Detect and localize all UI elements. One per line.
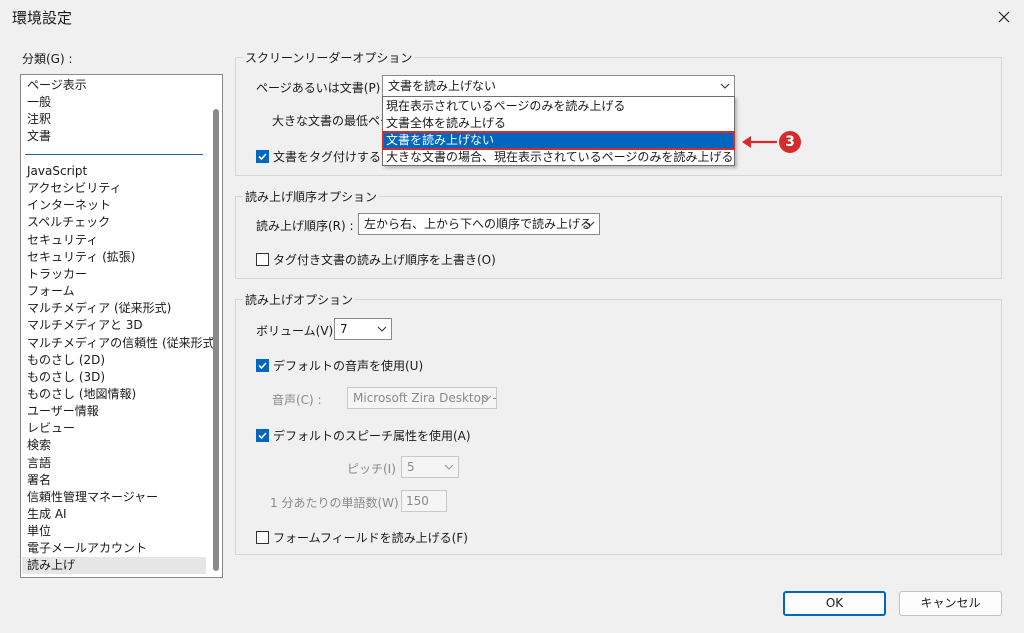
category-list[interactable]: ページ表示 一般 注釈 文書 JavaScript アクセシビリティ インターネット… [20,74,223,578]
reading-order-value: 左から右、上から下への順序で読み上げる [364,217,593,231]
dropdown-option[interactable]: 大きな文書の場合、現在表示されているページのみを読み上げる [383,149,734,166]
category-item[interactable]: セキュリティ [27,232,98,249]
category-item[interactable]: 生成 AI [27,506,67,523]
scrollbar-thumb[interactable] [213,109,219,571]
category-item[interactable]: マルチメディア (従来形式) [27,300,171,317]
chevron-down-icon [482,388,492,408]
category-item[interactable]: セキュリティ (拡張) [27,249,135,266]
category-item[interactable]: マルチメディアと 3D [27,317,143,334]
reading-order-label: 読み上げ順序(R) : [256,219,354,233]
category-item[interactable]: 注釈 [27,111,51,128]
reading-order-select[interactable]: 左から右、上から下への順序で読み上げる [358,213,600,235]
category-scrollbar[interactable] [209,75,222,577]
page-or-document-select[interactable]: 文書を読み上げない [382,75,735,97]
chevron-down-icon [377,319,387,339]
checkbox-checked-icon [256,359,269,372]
default-speech-label: デフォルトのスピーチ属性を使用(A) [273,429,471,443]
words-per-minute-value: 150 [406,494,429,508]
checkbox-checked-icon [256,150,269,163]
category-item[interactable]: フォーム [27,283,75,300]
pitch-value: 5 [407,460,415,474]
words-per-minute-label: 1 分あたりの単語数(W) : [270,496,407,510]
cancel-button[interactable]: キャンセル [899,591,1002,616]
form-fields-checkbox[interactable]: フォームフィールドを読み上げる(F) [256,529,468,546]
category-item[interactable]: インターネット [27,197,111,214]
override-reading-order-label: タグ付き文書の読み上げ順序を上書き(O) [273,253,496,267]
category-item[interactable]: ページ表示 [27,77,87,94]
chevron-down-icon [720,76,730,96]
category-item[interactable]: ものさし (2D) [27,352,105,369]
volume-label: ボリューム(V) : [256,324,342,338]
category-label: 分類(G) : [22,52,73,66]
category-item[interactable]: マルチメディアの信頼性 (従来形式) [27,335,219,352]
checkbox-unchecked-icon [256,531,269,544]
volume-select[interactable]: 7 [334,318,392,340]
category-item[interactable]: ユーザー情報 [27,403,99,420]
category-item[interactable]: スペルチェック [27,214,110,231]
category-item[interactable]: アクセシビリティ [27,180,122,197]
default-speech-checkbox[interactable]: デフォルトのスピーチ属性を使用(A) [256,427,471,444]
category-item[interactable]: ものさし (3D) [27,369,105,386]
page-or-document-dropdown[interactable]: 現在表示されているページのみを読み上げる 文書全体を読み上げる 文書を読み上げな… [382,96,735,166]
ok-button[interactable]: OK [783,591,886,616]
category-item[interactable]: 信頼性管理マネージャー [27,489,158,506]
close-icon [998,11,1010,23]
category-item[interactable]: 署名 [27,472,51,489]
window-title: 環境設定 [12,9,73,27]
close-button[interactable] [990,3,1018,31]
voice-label: 音声(C) : [272,393,322,407]
page-or-document-label: ページあるいは文書(P) : [256,81,389,95]
category-item[interactable]: 単位 [27,523,51,540]
chevron-down-icon [585,214,595,234]
category-item[interactable]: JavaScript [27,163,87,180]
category-item[interactable]: 電子メールアカウント [27,540,147,557]
category-item-selected[interactable]: 読み上げ [22,557,206,575]
chevron-down-icon [444,457,454,477]
default-voice-checkbox[interactable]: デフォルトの音声を使用(U) [256,357,423,374]
voice-value: Microsoft Zira Desktop - [353,391,497,405]
pitch-label: ピッチ(I) : [347,462,404,476]
category-separator [25,154,203,155]
default-voice-label: デフォルトの音声を使用(U) [273,359,424,373]
category-item[interactable]: レビュー [27,420,75,437]
page-or-document-value: 文書を読み上げない [388,79,497,93]
override-reading-order-checkbox[interactable]: タグ付き文書の読み上げ順序を上書き(O) [256,251,496,268]
dropdown-option-highlighted[interactable]: 文書を読み上げない [382,131,735,150]
category-item[interactable]: 言語 [27,455,51,472]
category-item[interactable]: 一般 [27,94,51,111]
words-per-minute-input[interactable]: 150 [401,490,447,512]
dropdown-option[interactable]: 文書全体を読み上げる [383,115,734,132]
form-fields-label: フォームフィールドを読み上げる(F) [273,531,468,545]
category-item[interactable]: ものさし (地図情報) [27,386,136,403]
title-bar: 環境設定 [0,0,1024,34]
pitch-select[interactable]: 5 [401,456,459,478]
dropdown-option[interactable]: 現在表示されているページのみを読み上げる [383,98,734,115]
category-item[interactable]: トラッカー [27,266,87,283]
large-document-label: 大きな文書の最低ペー [272,114,393,128]
checkbox-unchecked-icon [256,253,269,266]
voice-select[interactable]: Microsoft Zira Desktop - [347,387,497,409]
category-item[interactable]: 検索 [27,437,51,454]
checkbox-checked-icon [256,429,269,442]
reading-options-group-title: 読み上げオプション [243,291,356,308]
category-item[interactable]: 文書 [27,128,51,145]
screen-reader-group-title: スクリーンリーダーオプション [243,49,415,66]
volume-value: 7 [340,322,348,336]
annotation-badge: 3 [779,131,801,153]
reading-order-group-title: 読み上げ順序オプション [243,188,380,205]
